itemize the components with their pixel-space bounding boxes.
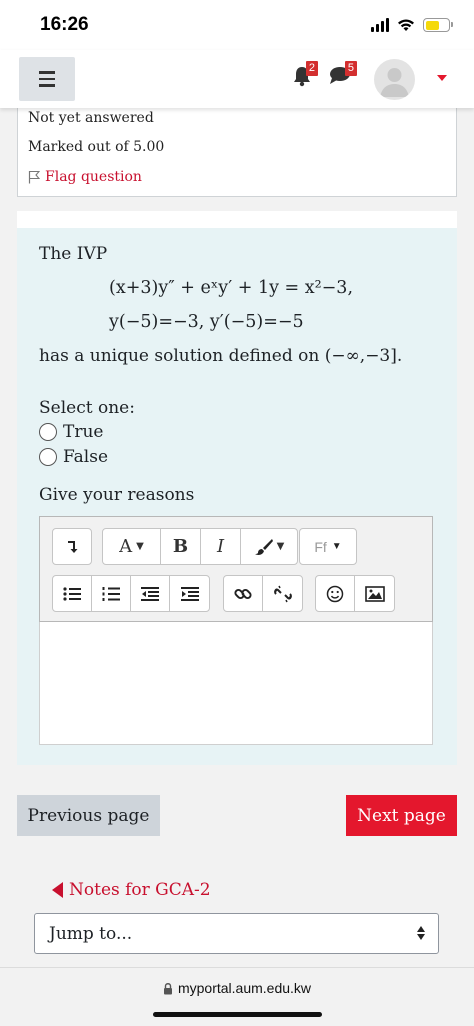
question-equation: (x+3)y″ + eˣy′ + 1y = x²−3, [109, 278, 354, 298]
question-initial-conditions: y(−5)=−3, y′(−5)=−5 [109, 312, 304, 332]
brush-icon [254, 538, 273, 555]
cellular-signal-icon [371, 18, 389, 32]
status-bar: 16:26 [0, 0, 474, 50]
messages-badge: 5 [344, 61, 357, 76]
status-icons [371, 15, 453, 35]
notifications-badge: 2 [305, 61, 318, 76]
outdent-button[interactable] [131, 576, 170, 611]
jump-to-value: Jump to... [49, 923, 133, 944]
ordered-list-button[interactable] [92, 576, 131, 611]
arrow-left-icon [52, 882, 63, 898]
chevron-down-icon: ▼ [276, 541, 285, 552]
emoji-icon [326, 585, 344, 602]
flag-question-label: Flag question [45, 169, 142, 185]
outdent-icon [141, 586, 159, 601]
user-menu-caret-icon[interactable] [437, 75, 447, 81]
link-icon [234, 588, 252, 599]
font-family-label: Ff [314, 538, 327, 555]
wifi-icon [398, 19, 414, 31]
font-family-button[interactable]: Ff ▼ [300, 529, 356, 564]
toolbar-group-collapse [52, 528, 92, 565]
radio-true[interactable] [39, 423, 57, 441]
question-marks: Marked out of 5.00 [28, 139, 165, 155]
jump-to-select[interactable]: Jump to... [34, 913, 439, 954]
ordered-list-icon [102, 586, 120, 601]
flag-question-link[interactable]: Flag question [28, 169, 142, 185]
radio-false[interactable] [39, 448, 57, 466]
question-info-card: Not yet answered Marked out of 5.00 Flag… [17, 100, 457, 197]
highlight-button[interactable]: ▼ [241, 529, 297, 564]
select-arrows-icon [417, 926, 425, 940]
collapse-icon [68, 540, 78, 553]
url-text: myportal.aum.edu.kw [177, 980, 312, 996]
chevron-down-icon: ▼ [136, 541, 144, 552]
italic-button[interactable]: I [201, 529, 241, 564]
home-indicator [153, 1012, 322, 1017]
toolbar-group-font: Ff ▼ [299, 528, 357, 565]
question-status: Not yet answered [28, 110, 154, 126]
navbar: 2 5 [0, 50, 474, 108]
toolbar-group-media [315, 575, 395, 612]
option-false[interactable]: False [39, 447, 108, 467]
menu-button[interactable] [19, 57, 75, 101]
font-color-label: A [119, 536, 133, 557]
reasons-textarea[interactable] [39, 622, 433, 745]
toolbar-group-format: A ▼ B I ▼ [102, 528, 298, 565]
bold-button[interactable]: B [161, 529, 201, 564]
url-display[interactable]: myportal.aum.edu.kw [0, 980, 474, 996]
status-time: 16:26 [40, 14, 89, 35]
emoji-button[interactable] [316, 576, 355, 611]
next-page-button[interactable]: Next page [346, 795, 457, 836]
notifications-button[interactable]: 2 [292, 61, 318, 91]
option-false-label: False [63, 447, 108, 467]
user-icon [380, 68, 409, 97]
flag-icon [28, 170, 40, 184]
toolbar-group-links [223, 575, 303, 612]
unordered-list-button[interactable] [53, 576, 92, 611]
lock-icon [163, 982, 172, 994]
notes-link[interactable]: Notes for GCA-2 [52, 880, 211, 900]
question-card: The IVP (x+3)y″ + eˣy′ + 1y = x²−3, y(−5… [17, 228, 457, 765]
unordered-list-icon [63, 586, 81, 601]
notes-link-label: Notes for GCA-2 [69, 880, 211, 900]
question-intro: The IVP [39, 244, 108, 264]
browser-url-bar: myportal.aum.edu.kw [0, 967, 474, 1026]
font-color-button[interactable]: A ▼ [103, 529, 161, 564]
unlink-button[interactable] [263, 576, 302, 611]
chevron-down-icon: ▼ [331, 541, 342, 552]
link-button[interactable] [224, 576, 263, 611]
reasons-label: Give your reasons [39, 485, 195, 505]
editor-toolbar: A ▼ B I ▼ Ff ▼ [39, 516, 433, 622]
select-one-prompt: Select one: [39, 398, 135, 418]
question-container: The IVP (x+3)y″ + eˣy′ + 1y = x²−3, y(−5… [17, 211, 457, 765]
collapse-toolbar-button[interactable] [53, 529, 91, 564]
messages-button[interactable]: 5 [329, 61, 357, 89]
unlink-icon [273, 585, 292, 602]
option-true-label: True [63, 422, 104, 442]
indent-icon [180, 586, 199, 601]
battery-icon [423, 18, 453, 32]
question-statement: has a unique solution defined on (−∞,−3]… [39, 346, 403, 366]
previous-page-button[interactable]: Previous page [17, 795, 160, 836]
avatar[interactable] [374, 59, 415, 100]
indent-button[interactable] [170, 576, 209, 611]
image-icon [364, 585, 385, 602]
image-button[interactable] [355, 576, 394, 611]
option-true[interactable]: True [39, 422, 103, 442]
toolbar-group-lists [52, 575, 210, 612]
